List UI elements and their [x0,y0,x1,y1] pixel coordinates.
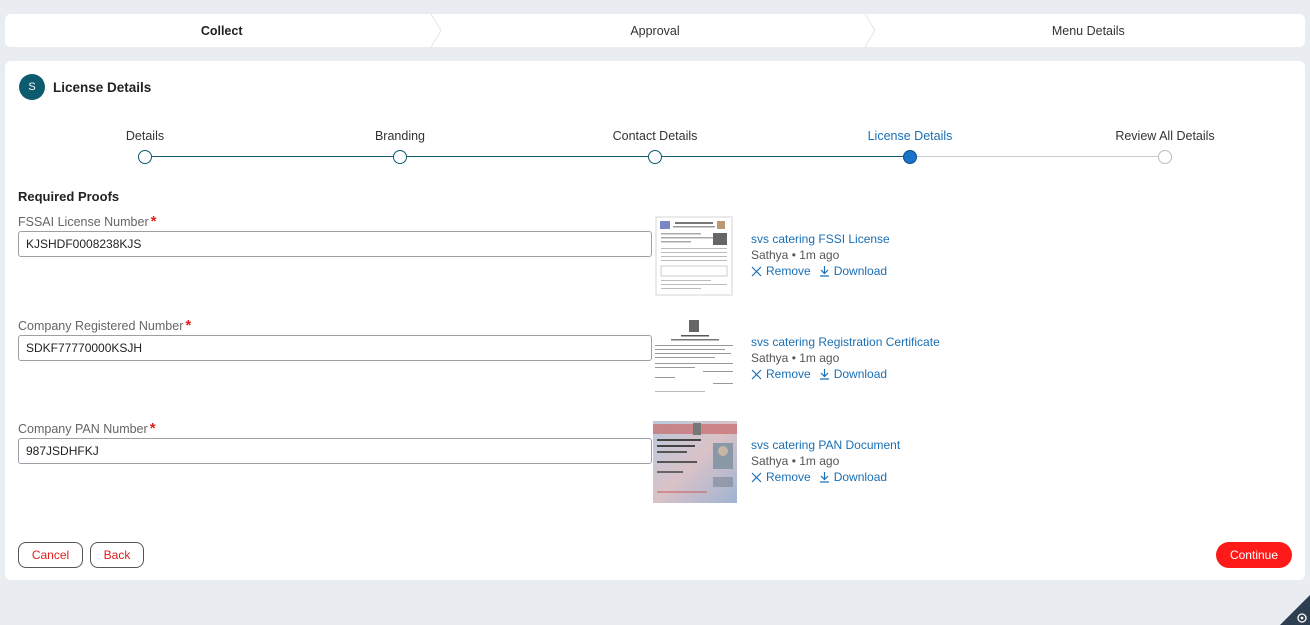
company-registered-label: Company Registered Number * [18,317,191,334]
card-header: S License Details [19,74,151,100]
progress-stepper: Details Branding Contact Details License… [5,127,1305,167]
stepper-label: Details [125,129,165,143]
stepper-line-complete [145,156,910,157]
wizard-step-label: Approval [630,23,680,38]
document-uploader: Sathya • 1m ago [751,247,890,263]
bullet: • [791,351,796,365]
avatar: S [19,74,45,100]
stepper-label: Branding [374,129,426,143]
page-title: License Details [53,79,152,95]
document-name-link[interactable]: svs catering Registration Certificate [751,334,940,350]
remove-button[interactable]: Remove [751,366,811,382]
close-icon [751,266,762,276]
pan-card-image-icon [653,421,737,503]
stepper-step-license-details[interactable]: License Details [830,127,990,164]
document-name-link[interactable]: svs catering PAN Document [751,437,900,453]
upload-time: 1m ago [799,351,840,365]
document-name-link[interactable]: svs catering FSSI License [751,231,890,247]
fssai-document-thumbnail[interactable] [653,216,737,298]
wizard-step-approval[interactable]: Approval [438,14,876,47]
download-button[interactable]: Download [819,469,887,485]
required-marker: * [185,317,192,334]
stepper-dot [138,150,152,164]
close-icon [751,472,762,482]
download-label: Download [833,264,888,278]
stepper-dot-current [903,150,917,164]
uploader-name: Sathya [751,351,789,365]
registration-document-thumbnail[interactable] [653,319,737,401]
download-label: Download [833,470,888,484]
remove-label: Remove [766,264,811,278]
registration-document-meta: svs catering Registration Certificate Sa… [751,334,940,382]
download-button[interactable]: Download [819,366,887,382]
document-actions: Remove Download [751,263,890,279]
required-marker: * [149,420,156,437]
pan-document-thumbnail[interactable] [653,421,737,503]
field-label-text: Company PAN Number [18,422,148,436]
wizard-bar: Collect Approval Menu Details [5,14,1305,47]
remove-button[interactable]: Remove [751,469,811,485]
upload-time: 1m ago [799,248,840,262]
remove-label: Remove [766,470,811,484]
download-icon [819,369,829,380]
remove-label: Remove [766,367,811,381]
fssai-license-input[interactable] [18,231,652,257]
document-actions: Remove Download [751,366,940,382]
upload-time: 1m ago [799,454,840,468]
chevron-right-icon [430,14,442,47]
document-actions: Remove Download [751,469,900,485]
stepper-dot [393,150,407,164]
company-pan-label: Company PAN Number * [18,420,156,437]
stepper-line-remaining [910,156,1165,157]
wizard-step-label: Menu Details [1051,23,1125,38]
document-preview-icon [655,216,733,296]
cancel-button[interactable]: Cancel [18,542,83,568]
section-title: Required Proofs [18,189,120,204]
stepper-step-details[interactable]: Details [65,127,225,164]
stepper-step-review-all-details[interactable]: Review All Details [1085,127,1245,164]
chevron-right-icon [864,14,876,47]
wizard-step-menu-details[interactable]: Menu Details [872,14,1305,47]
download-label: Download [833,367,888,381]
document-uploader: Sathya • 1m ago [751,350,940,366]
uploader-name: Sathya [751,454,789,468]
wizard-step-collect[interactable]: Collect [5,14,442,47]
field-label-text: FSSAI License Number [18,215,149,229]
stepper-dot [1158,150,1172,164]
document-uploader: Sathya • 1m ago [751,453,900,469]
stepper-dot [648,150,662,164]
stepper-label: Review All Details [1115,129,1215,143]
field-label-text: Company Registered Number [18,319,184,333]
bullet: • [791,248,796,262]
company-pan-input[interactable] [18,438,652,464]
download-icon [819,472,829,483]
wizard-step-label: Collect [200,23,243,38]
download-icon [819,266,829,277]
fssai-document-meta: svs catering FSSI License Sathya • 1m ag… [751,231,890,279]
stepper-label: License Details [867,129,953,143]
bullet: • [791,454,796,468]
close-icon [751,369,762,379]
fssai-label: FSSAI License Number * [18,213,156,230]
stepper-label: Contact Details [612,129,698,143]
license-details-card: S License Details Details Branding Conta… [5,61,1305,580]
required-marker: * [150,213,157,230]
document-preview-icon [653,319,737,401]
uploader-name: Sathya [751,248,789,262]
pan-document-meta: svs catering PAN Document Sathya • 1m ag… [751,437,900,485]
stepper-step-contact-details[interactable]: Contact Details [575,127,735,164]
back-button[interactable]: Back [90,542,144,568]
settings-corner-icon[interactable] [1280,595,1310,625]
continue-button[interactable]: Continue [1216,542,1292,568]
remove-button[interactable]: Remove [751,263,811,279]
company-registered-input[interactable] [18,335,652,361]
stepper-step-branding[interactable]: Branding [320,127,480,164]
download-button[interactable]: Download [819,263,887,279]
